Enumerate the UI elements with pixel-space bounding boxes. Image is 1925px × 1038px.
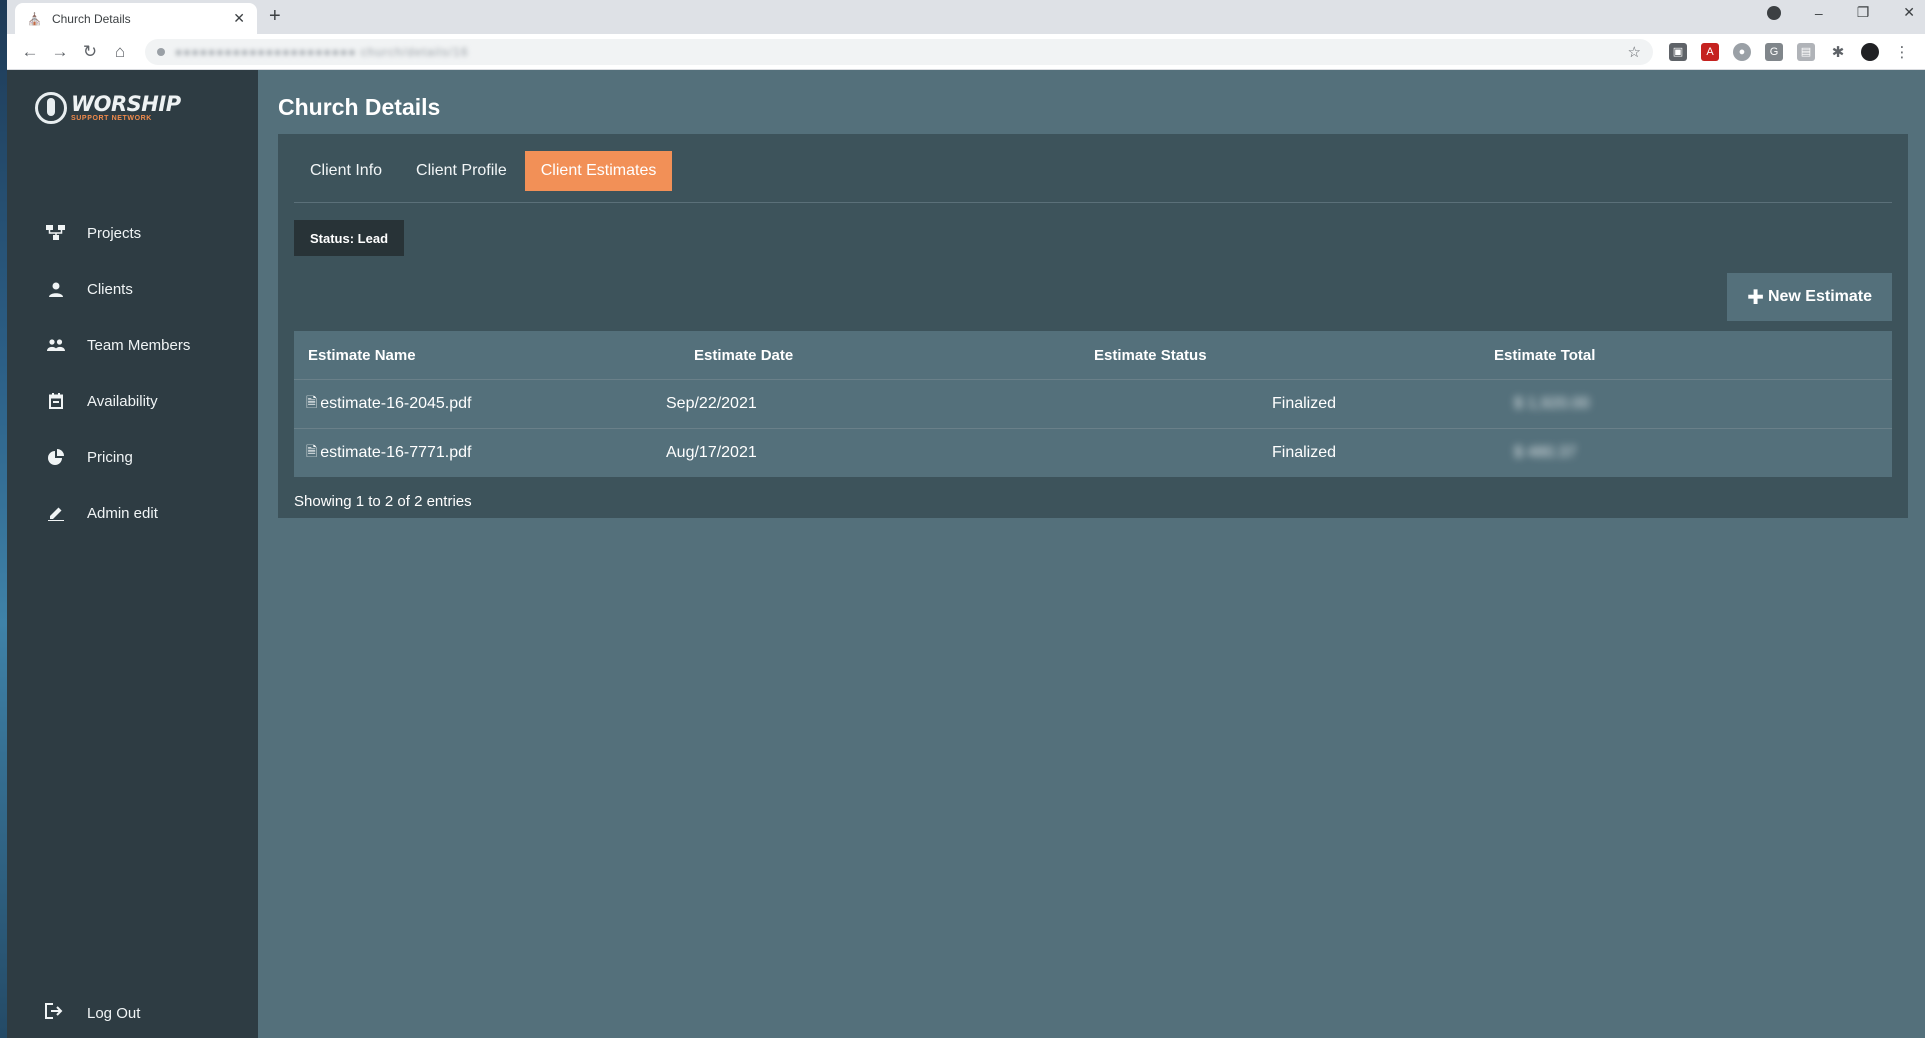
menu-kebab-icon[interactable]: ⋮ xyxy=(1893,43,1911,61)
sidebar-item-projects[interactable]: Projects xyxy=(7,205,258,261)
logout-icon xyxy=(45,1002,67,1024)
column-header-status[interactable]: Estimate Status xyxy=(1094,347,1494,364)
restore-icon[interactable]: ❐ xyxy=(1857,4,1870,21)
sidebar-item-clients[interactable]: Clients xyxy=(7,261,258,317)
puzzle-icon[interactable]: ✱ xyxy=(1829,43,1847,61)
bookmark-star-icon[interactable]: ☆ xyxy=(1628,43,1641,61)
microphone-logo-icon xyxy=(35,92,67,124)
estimate-status: Finalized xyxy=(1271,444,1337,461)
column-header-total[interactable]: Estimate Total xyxy=(1494,347,1892,364)
status-badge: Status: Lead xyxy=(294,220,405,256)
column-header-name[interactable]: Estimate Name xyxy=(294,347,694,364)
sidebar-item-team-members[interactable]: Team Members xyxy=(7,317,258,373)
estimate-status: Finalized xyxy=(1271,395,1337,412)
logout-label: Log Out xyxy=(87,1004,141,1022)
main-content: Church Details Client Info Client Profil… xyxy=(258,70,1925,1038)
sidebar-item-admin-edit[interactable]: Admin edit xyxy=(7,485,258,541)
extension-icon[interactable]: ▣ xyxy=(1669,42,1687,61)
file-icon: 🗎 xyxy=(306,394,318,410)
file-icon: 🗎 xyxy=(306,443,318,459)
estimate-name: estimate-16-7771.pdf xyxy=(320,444,472,461)
reload-icon[interactable]: ↻ xyxy=(75,42,105,62)
browser-tab-title: Church Details xyxy=(51,11,131,26)
site-info-icon[interactable] xyxy=(157,47,165,56)
table-info: Showing 1 to 2 of 2 entries xyxy=(294,493,472,510)
calendar-icon xyxy=(45,393,67,409)
window-controls: – ❐ ✕ xyxy=(1766,4,1915,21)
forward-icon[interactable]: → xyxy=(45,42,75,62)
tab-client-profile[interactable]: Client Profile xyxy=(400,151,523,191)
pencil-icon xyxy=(45,505,67,521)
people-icon xyxy=(45,339,67,351)
sitemap-icon xyxy=(45,225,67,241)
sidebar-item-label: Team Members xyxy=(87,336,191,354)
sidebar-item-availability[interactable]: Availability xyxy=(7,373,258,429)
tab-client-estimates[interactable]: Client Estimates xyxy=(524,151,673,191)
minimize-icon[interactable]: – xyxy=(1815,5,1823,21)
profile-avatar[interactable] xyxy=(1861,42,1879,61)
estimate-file-link[interactable]: 🗎 estimate-16-2045.pdf xyxy=(294,392,694,416)
table-header: Estimate Name Estimate Date Estimate Sta… xyxy=(294,331,1892,379)
page-title: Church Details xyxy=(278,94,441,120)
extension-icon[interactable]: G xyxy=(1765,42,1783,61)
new-estimate-button[interactable]: ✚ New Estimate xyxy=(1727,273,1892,321)
browser-tabstrip: ⛪ Church Details ✕ + – ❐ ✕ xyxy=(7,0,1925,34)
sidebar-item-label: Projects xyxy=(87,224,142,242)
tab-bar: Client Info Client Profile Client Estima… xyxy=(294,151,674,191)
desktop-background xyxy=(0,0,7,1038)
extensions-area: ▣ A ● G ▤ ✱ ⋮ xyxy=(1669,42,1911,61)
address-url: ●●●●●●●●●●●●●●●●●●●●●● church/details/16 xyxy=(175,44,469,59)
table-row: 🗎 estimate-16-2045.pdf Sep/22/2021 Final… xyxy=(294,379,1892,428)
details-panel: Client Info Client Profile Client Estima… xyxy=(278,134,1908,518)
estimate-total: $ 1,920.00 xyxy=(1514,395,1590,412)
close-window-icon[interactable]: ✕ xyxy=(1903,4,1915,21)
sidebar-item-label: Admin edit xyxy=(87,504,158,522)
sidebar-nav: Projects Clients Team Members Availabili… xyxy=(7,205,258,541)
home-icon[interactable]: ⌂ xyxy=(105,42,135,62)
brand-tagline: SUPPORT NETWORK xyxy=(71,115,152,122)
sidebar-item-label: Pricing xyxy=(87,448,133,466)
estimate-date: Sep/22/2021 xyxy=(666,395,757,412)
address-bar[interactable]: ●●●●●●●●●●●●●●●●●●●●●● church/details/16… xyxy=(145,38,1653,65)
extension-icon[interactable]: ▤ xyxy=(1797,42,1815,61)
browser-tab[interactable]: ⛪ Church Details ✕ xyxy=(15,3,257,34)
table-row: 🗎 estimate-16-7771.pdf Aug/17/2021 Final… xyxy=(294,428,1892,477)
tabs-divider xyxy=(294,202,1892,203)
tab-search-icon[interactable] xyxy=(1766,5,1781,20)
close-tab-icon[interactable]: ✕ xyxy=(233,10,245,27)
sidebar-item-pricing[interactable]: Pricing xyxy=(7,429,258,485)
brand-logo[interactable]: WORSHIP SUPPORT NETWORK xyxy=(35,92,181,124)
browser-window: ⛪ Church Details ✕ + – ❐ ✕ ← → ↻ ⌂ ●●●●●… xyxy=(7,0,1925,1038)
tab-client-info[interactable]: Client Info xyxy=(294,151,398,191)
new-tab-button[interactable]: + xyxy=(269,5,281,28)
logout-button[interactable]: Log Out xyxy=(7,988,258,1038)
estimates-table: Estimate Name Estimate Date Estimate Sta… xyxy=(294,331,1892,477)
extension-icon[interactable]: ● xyxy=(1733,42,1751,61)
pdf-extension-icon[interactable]: A xyxy=(1701,42,1719,61)
person-icon xyxy=(45,282,67,297)
browser-toolbar: ← → ↻ ⌂ ●●●●●●●●●●●●●●●●●●●●●● church/de… xyxy=(7,34,1925,70)
estimate-file-link[interactable]: 🗎 estimate-16-7771.pdf xyxy=(294,441,694,465)
pie-chart-icon xyxy=(45,449,67,465)
sidebar-item-label: Availability xyxy=(87,392,158,410)
favicon-icon: ⛪ xyxy=(27,11,42,26)
app-root: WORSHIP SUPPORT NETWORK Projects Clients xyxy=(7,70,1925,1038)
brand-name: WORSHIP xyxy=(71,92,181,116)
estimate-date: Aug/17/2021 xyxy=(666,444,757,461)
estimate-total: $ 480.37 xyxy=(1514,444,1577,461)
back-icon[interactable]: ← xyxy=(15,42,45,62)
plus-icon: ✚ xyxy=(1747,286,1764,309)
column-header-date[interactable]: Estimate Date xyxy=(694,347,1094,364)
estimate-name: estimate-16-2045.pdf xyxy=(320,395,472,412)
new-estimate-label: New Estimate xyxy=(1767,288,1872,305)
sidebar-item-label: Clients xyxy=(87,280,133,298)
sidebar: WORSHIP SUPPORT NETWORK Projects Clients xyxy=(7,70,258,1038)
